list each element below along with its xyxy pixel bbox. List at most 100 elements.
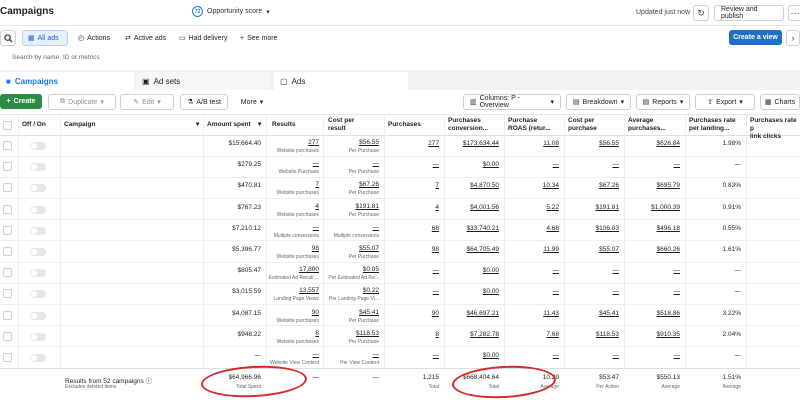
col-off-on[interactable]: Off / On [22,121,46,129]
row-checkbox[interactable] [3,141,12,150]
cell-results[interactable]: — [267,224,320,231]
duplicate-button[interactable]: ⧉ Duplicate ▾ [48,94,116,110]
cell-purchases-value[interactable]: $0.00 [445,352,499,359]
tab-campaigns[interactable]: ■ Campaigns [0,72,134,90]
row-toggle[interactable] [30,290,46,299]
more-button[interactable]: More ▾ [234,94,270,110]
cell-purchases-value[interactable]: $0.00 [445,267,499,274]
col-roas[interactable]: Purchase ROAS (retur... [508,117,551,133]
row-checkbox[interactable] [3,204,12,214]
cell-roas[interactable]: 11.08 [505,140,559,147]
row-toggle[interactable] [30,184,46,193]
cell-results[interactable]: 90 [267,309,319,316]
row-toggle[interactable] [30,248,46,256]
filter-see-more[interactable]: + See more [235,30,282,46]
cell-cost-per-purchase[interactable]: $106.03 [565,225,620,232]
cell-purchases-value[interactable]: $7,282.78 [445,331,499,338]
filter-actions[interactable]: ◴ Actions [73,30,115,46]
tab-ads[interactable]: ▢ Ads [274,72,408,90]
cell-purchases[interactable]: 4 [385,204,439,211]
opportunity-score[interactable]: 72 Opportunity score ▾ [192,6,270,17]
cell-results[interactable]: 17,800 [267,266,319,273]
cell-roas[interactable]: 10.34 [505,182,559,189]
search-input[interactable]: Search by name, ID or metrics [12,54,100,61]
cell-average-purchase[interactable]: — [625,288,681,295]
columns-button[interactable]: ▥ Columns: P - Overview ▾ [463,94,561,110]
row-checkbox[interactable] [3,225,12,235]
cell-purchases[interactable]: 7 [385,182,439,189]
row-checkbox[interactable] [3,353,12,362]
cell-purchases[interactable]: 8 [385,331,439,338]
row-checkbox[interactable] [3,289,12,299]
cell-roas[interactable]: 7.68 [505,331,559,338]
cell-cost-per-purchase[interactable]: $191.81 [565,204,620,211]
row-checkbox[interactable] [3,162,12,172]
cell-purchases-value[interactable]: $4,870.50 [445,182,499,189]
row-toggle[interactable] [30,205,46,214]
table-row[interactable]: $5,396.77 98 Website purchases $55.07 Pe… [0,242,800,263]
table-row[interactable]: $15,664.40 277 Website purchases $56.55 … [0,136,800,157]
row-checkbox[interactable] [3,310,12,320]
row-checkbox[interactable] [3,183,12,193]
cell-purchases-value[interactable]: $4,001.56 [445,204,499,211]
cell-roas[interactable]: — [505,161,560,168]
col-purchase-rate-landing[interactable]: Purchases rate per landing... [689,117,736,133]
cell-purchases[interactable]: 98 [385,246,439,253]
cell-cost-per-purchase[interactable]: — [565,267,620,274]
cell-results[interactable]: 4 [267,203,319,210]
col-purchases-value[interactable]: Purchases conversion... [448,117,488,133]
search-button[interactable] [0,30,16,46]
cell-cost-per-purchase[interactable]: — [565,161,620,168]
export-button[interactable]: ⇪ Export ▾ [695,94,755,110]
row-checkbox[interactable] [3,247,12,256]
ab-test-button[interactable]: ⚗ A/B test [180,94,228,110]
cell-average-purchase[interactable]: — [625,267,681,274]
cell-results[interactable]: 8 [267,330,319,337]
table-row[interactable]: $470.81 7 Website purchases $67.26 Per P… [0,178,800,199]
row-checkbox[interactable] [3,331,12,341]
cell-purchases[interactable]: 90 [385,310,439,317]
cell-cost-per-purchase[interactable]: $118.53 [565,331,619,338]
cell-average-purchase[interactable]: $695.79 [625,182,681,189]
row-toggle[interactable] [30,226,46,235]
filter-all-ads[interactable]: ▦ All ads [22,30,68,46]
cell-purchases[interactable]: — [385,267,440,274]
cell-roas[interactable]: 11.99 [505,246,559,253]
create-view-button[interactable]: Create a view [729,30,782,45]
row-toggle[interactable] [30,163,46,172]
col-cost-per-result[interactable]: Cost per result [328,117,354,133]
row-toggle[interactable] [30,332,46,341]
row-toggle[interactable] [30,142,46,150]
table-row[interactable]: $805.47 17,800 Estimated Ad Recall ... $… [0,263,800,284]
cell-cost-per-purchase[interactable]: $67.26 [565,182,619,189]
cell-cost-per-purchase[interactable]: $56.55 [565,140,619,147]
select-all-checkbox[interactable] [3,121,12,130]
col-purchases[interactable]: Purchases [388,121,421,129]
cell-average-purchase[interactable]: $496.18 [625,225,681,232]
cell-purchases-value[interactable]: $0.00 [445,288,499,295]
row-checkbox[interactable] [3,268,12,278]
edit-button[interactable]: ✎ Edit ▾ [120,94,174,110]
col-average-purchases[interactable]: Average purchases... [628,117,666,133]
chevron-right-button[interactable]: › [786,30,800,46]
cell-roas[interactable]: 5.22 [505,204,559,211]
cell-purchases-value[interactable]: $173,634.44 [445,140,499,147]
row-toggle[interactable] [30,354,46,362]
cell-roas[interactable]: — [505,288,560,295]
table-row[interactable]: $4,087.15 90 Website purchases $45.41 Pe… [0,306,800,327]
col-amount-spent[interactable]: Amount spent [207,121,251,129]
cell-purchases-value[interactable]: $33,740.21 [445,225,499,232]
cell-roas[interactable]: — [505,267,560,274]
cell-purchases-value[interactable]: $64,705.49 [445,246,499,253]
col-campaign[interactable]: Campaign [64,121,95,129]
table-row[interactable]: $948.22 8 Website purchases $118.53 Per … [0,327,800,348]
cell-purchases[interactable]: 277 [385,140,439,147]
row-toggle[interactable] [30,269,46,278]
cell-purchases-value[interactable]: $46,697.21 [445,310,499,317]
col-cost-per-purchase[interactable]: Cost per purchase [568,117,597,133]
cell-average-purchase[interactable]: $660.26 [625,246,681,253]
reports-button[interactable]: ▤ Reports ▾ [636,94,690,110]
cell-average-purchase[interactable]: $518.86 [625,310,681,317]
cell-cost-per-purchase[interactable]: $45.41 [565,310,619,317]
filter-active-ads[interactable]: ⇄ Active ads [120,30,171,46]
